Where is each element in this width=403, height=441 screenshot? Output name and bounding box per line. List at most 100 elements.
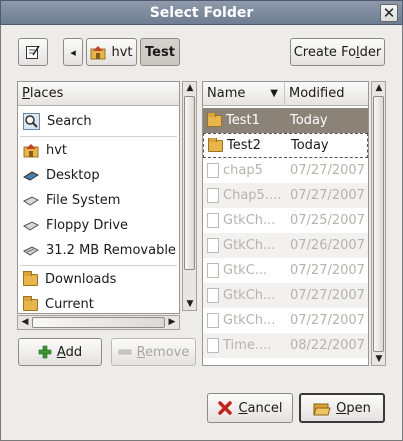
file-modified: 07/26/2007 xyxy=(290,238,365,253)
file-icon xyxy=(207,163,219,178)
file-icon xyxy=(207,288,219,303)
scroll-thumb[interactable] xyxy=(32,317,165,328)
column-header-name[interactable]: Name ▼ xyxy=(203,82,285,106)
file-row: Chap5.... 07/27/2007 xyxy=(203,183,368,208)
file-icon xyxy=(207,313,219,328)
file-modified: 07/27/2007 xyxy=(290,288,365,303)
cancel-button[interactable]: Cancel xyxy=(207,393,293,423)
scroll-thumb[interactable] xyxy=(373,96,384,352)
close-button[interactable]: ✕ xyxy=(380,4,398,22)
place-label-search: Search xyxy=(47,114,92,129)
file-modified: 07/27/2007 xyxy=(290,263,365,278)
file-row: chap5 07/27/2007 xyxy=(203,158,368,183)
place-label-downloads: Downloads xyxy=(45,272,117,287)
file-row[interactable]: Test2 Today xyxy=(203,133,368,158)
places-header[interactable]: Places xyxy=(18,82,179,106)
file-name: Time.... xyxy=(223,338,272,353)
place-item-file-system[interactable]: File System xyxy=(18,188,120,213)
place-item-floppy-drive[interactable]: Floppy Drive xyxy=(18,213,128,238)
chevron-left-icon: ◂ xyxy=(70,45,76,59)
place-label-file-system: File System xyxy=(46,193,121,208)
places-header-label: laces xyxy=(29,86,64,101)
column-header-modified-label: Modified xyxy=(289,86,345,101)
place-label-current: Current xyxy=(45,297,94,312)
add-label: dd xyxy=(65,344,83,360)
remove-mnemonic: R xyxy=(136,344,146,360)
file-modified: 07/27/2007 xyxy=(290,163,365,178)
drive-icon xyxy=(23,195,39,206)
file-name: Test1 xyxy=(226,113,260,128)
files-vertical-scrollbar[interactable]: ▲ ▼ xyxy=(371,81,386,366)
open-folder-icon xyxy=(313,403,331,415)
file-modified: 08/22/2007 xyxy=(290,338,365,353)
file-name: GtkCh... xyxy=(223,313,276,328)
path-back-button[interactable]: ◂ xyxy=(63,38,83,66)
search-icon xyxy=(23,113,40,130)
open-button[interactable]: Open xyxy=(299,393,385,423)
text-entry-toggle-icon xyxy=(26,45,40,59)
file-row[interactable]: Test1 Today xyxy=(203,108,368,133)
folder-icon xyxy=(207,113,222,127)
place-label-floppy-drive: Floppy Drive xyxy=(46,218,129,233)
scroll-right-arrow[interactable]: ▶ xyxy=(167,317,177,327)
plus-icon xyxy=(38,345,52,359)
remove-bookmark-button[interactable]: Remove xyxy=(111,338,196,366)
folder-icon xyxy=(208,138,223,152)
file-name: GtkC... xyxy=(223,263,268,278)
file-row: GtkCh... 07/25/2007 xyxy=(203,208,368,233)
file-icon xyxy=(207,263,219,278)
path-label-hvt: hvt xyxy=(111,44,133,60)
place-item-current[interactable]: Current xyxy=(18,292,94,313)
add-mnemonic: A xyxy=(56,344,66,360)
places-horizontal-scrollbar[interactable]: ◀ ▶ xyxy=(17,315,180,330)
remove-label: emove xyxy=(145,344,190,360)
file-name: GtkCh... xyxy=(223,288,276,303)
scroll-thumb[interactable] xyxy=(184,96,195,270)
file-row: GtkC... 07/27/2007 xyxy=(203,258,368,283)
column-header-modified[interactable]: Modified xyxy=(285,82,368,106)
open-label: pen xyxy=(346,400,371,416)
place-item-desktop[interactable]: Desktop xyxy=(18,163,100,188)
cancel-label: ancel xyxy=(247,400,283,416)
home-folder-icon xyxy=(90,45,106,59)
type-location-button[interactable] xyxy=(18,38,48,66)
file-list[interactable]: Name ▼ Modified Test1 Today Test2 Today … xyxy=(202,81,369,366)
scroll-up-arrow[interactable]: ▲ xyxy=(373,83,385,93)
place-item-downloads[interactable]: Downloads xyxy=(18,267,116,292)
place-item-hvt[interactable]: hvt xyxy=(18,138,67,163)
title-bar[interactable]: Select Folder ✕ xyxy=(0,0,403,25)
path-button-test[interactable]: Test xyxy=(140,38,180,66)
places-separator xyxy=(20,265,177,266)
file-modified: 07/27/2007 xyxy=(290,188,365,203)
place-label-hvt: hvt xyxy=(46,143,68,158)
places-list[interactable]: Places Search hvt Desktop File System Fl… xyxy=(17,81,180,314)
cancel-mnemonic: C xyxy=(238,400,248,416)
file-name: chap5 xyxy=(223,163,263,178)
file-name: GtkCh... xyxy=(223,213,276,228)
scroll-down-arrow[interactable]: ▼ xyxy=(184,299,196,309)
floppy-drive-icon xyxy=(23,220,39,231)
desktop-icon xyxy=(23,170,39,181)
scroll-up-arrow[interactable]: ▲ xyxy=(184,83,196,93)
file-modified: Today xyxy=(290,113,328,128)
open-mnemonic: O xyxy=(336,400,347,416)
file-icon xyxy=(207,213,219,228)
place-item-removable[interactable]: 31.2 MB Removable V xyxy=(18,238,179,263)
place-item-search[interactable]: Search xyxy=(18,109,92,134)
folder-icon xyxy=(23,295,38,311)
add-bookmark-button[interactable]: Add xyxy=(18,338,102,366)
window-title: Select Folder xyxy=(149,5,254,21)
create-folder-button[interactable]: Create Fo l der xyxy=(290,38,385,66)
scroll-left-arrow[interactable]: ◀ xyxy=(20,317,30,327)
file-icon xyxy=(207,188,219,203)
places-vertical-scrollbar[interactable]: ▲ ▼ xyxy=(182,81,197,311)
file-icon xyxy=(207,238,219,253)
file-name: Chap5.... xyxy=(223,188,282,203)
file-modified: Today xyxy=(291,138,329,153)
place-label-desktop: Desktop xyxy=(46,168,100,183)
scroll-down-arrow[interactable]: ▼ xyxy=(373,354,385,364)
path-button-hvt[interactable]: hvt xyxy=(86,38,137,66)
cancel-icon xyxy=(218,401,233,415)
column-header-name-label: Name xyxy=(207,86,246,101)
file-row: GtkCh... 07/27/2007 xyxy=(203,283,368,308)
